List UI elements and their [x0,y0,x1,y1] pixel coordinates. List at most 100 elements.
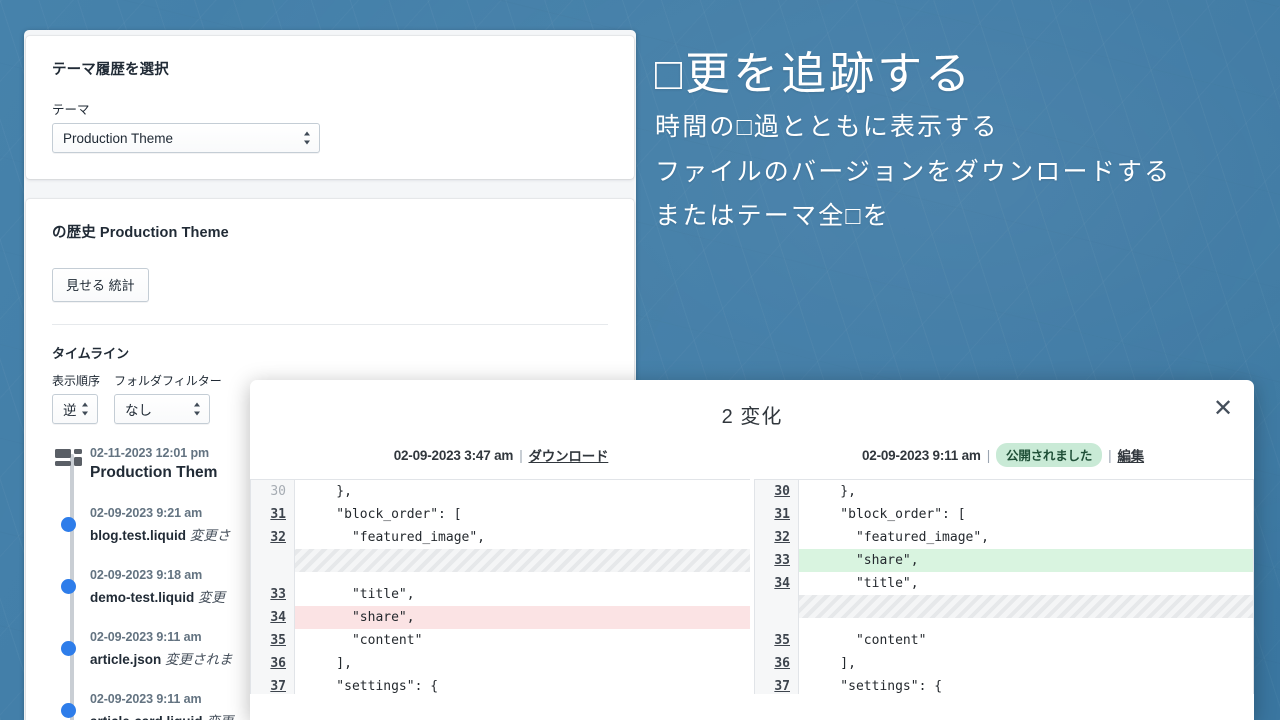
diff-line-number [251,549,295,572]
diff-body: 30 }, 31 "block_order": [32 "featured_ima… [250,479,1254,694]
timeline-item-note: 変更 [194,590,226,605]
theme-select-card-title: テーマ履歴を選択 [52,62,169,78]
diff-line-number: 35 [251,629,295,652]
diff-line-number: 32 [251,526,295,549]
timeline-item-note: 変更さ [186,528,231,543]
theme-field-label: テーマ [52,103,90,117]
diff-line: 31 "block_order": [ [251,503,750,526]
diff-line-number: 33 [755,549,799,572]
diff-line: 31 "block_order": [ [755,503,1253,526]
right-version-timestamp: 02-09-2023 9:11 am [861,447,981,463]
diff-line [251,572,750,583]
timeline-section-title: タイムライン [52,346,130,361]
diff-line: 35 "content" [251,629,750,652]
chevron-updown-icon [82,402,89,416]
diff-line-code: "content" [809,633,927,648]
folder-filter-group: フォルダフィルター なし [114,372,222,424]
diff-line [251,549,750,572]
timeline-dot-icon [61,641,76,656]
diff-line-code: "settings": { [305,679,439,694]
diff-pane-right[interactable]: 30 }, 31 "block_order": [32 "featured_ima… [754,479,1254,694]
diff-line-code: }, [305,484,352,499]
diff-line-code: "title", [809,576,919,591]
diff-line [755,618,1253,629]
promo-line-1: 時間の□過とともに表示する [655,112,999,141]
promo-title: □更を追跡する [655,48,974,99]
diff-line: 34 "share", [251,606,750,629]
chevron-updown-icon [194,402,201,416]
diff-line: 37 "settings": { [251,675,750,694]
diff-line-code [799,618,1253,629]
diff-line: 33 "title", [251,583,750,606]
diff-line: 34 "title", [755,572,1253,595]
timeline-dot-icon [61,579,76,594]
timeline-dot-icon [61,703,76,718]
timeline-item-note: 変更されま [161,652,233,667]
diff-line-code: "share", [295,606,750,629]
timeline-dot-icon [61,517,76,532]
diff-line: 33 "share", [755,549,1253,572]
diff-pane-left[interactable]: 30 }, 31 "block_order": [32 "featured_ima… [250,479,750,694]
diff-line-code [799,595,1253,618]
section-divider [52,324,608,325]
diff-line-number: 35 [755,629,799,652]
theme-select-card: テーマ履歴を選択 テーマ Production Theme [26,36,634,179]
diff-line-number: 30 [251,480,295,503]
order-filter-value: 逆 [63,403,77,418]
diff-line-code: "block_order": [ [809,507,966,522]
folder-filter-label: フォルダフィルター [114,374,222,388]
folder-filter-value: なし [125,403,153,418]
diff-line-code: "content" [305,633,423,648]
diff-line: 30 }, [755,480,1253,503]
diff-line-number: 33 [251,583,295,606]
diff-line: 37 "settings": { [755,675,1253,694]
diff-line: 32 "featured_image", [755,526,1253,549]
promo-line-3: またはテーマ全□を [655,202,890,231]
version-header-bar: 02-09-2023 3:47 am | ダウンロード 02-09-2023 9… [250,443,1254,467]
diff-line-number: 30 [755,480,799,503]
diff-line-code: "featured_image", [305,530,486,545]
diff-line: 36 ], [755,652,1253,675]
diff-line-code: ], [305,656,352,671]
diff-modal: 2 変化 ✕ 02-09-2023 3:47 am | ダウンロード 02-09… [250,380,1254,720]
folder-filter-select[interactable]: なし [114,394,211,424]
diff-line: 36 ], [251,652,750,675]
diff-line-number: 34 [251,606,295,629]
diff-line-code: "share", [799,549,1253,572]
diff-line-number: 31 [251,503,295,526]
right-version-header: 02-09-2023 9:11 am | 公開されました | 編集 [752,443,1254,467]
theme-select-input[interactable]: Production Theme [52,123,320,153]
download-link[interactable]: ダウンロード [529,445,609,465]
diff-line: 30 }, [251,480,750,503]
chevron-updown-icon [304,131,311,145]
diff-line-number: 34 [755,572,799,595]
theme-select-value: Production Theme [63,130,174,146]
diff-line-number: 37 [755,675,799,694]
diff-line-number: 32 [755,526,799,549]
diff-line-number: 37 [251,675,295,694]
left-version-separator: | [519,447,523,463]
diff-line: 32 "featured_image", [251,526,750,549]
order-filter-label: 表示順序 [52,374,101,388]
order-filter-select[interactable]: 逆 [52,394,98,424]
diff-line-number [755,595,799,618]
diff-line [755,595,1253,618]
diff-line-number: 36 [251,652,295,675]
diff-line-code: ], [809,656,856,671]
show-statistics-button[interactable]: 見せる 統計 [52,268,149,302]
diff-line-code [295,572,750,583]
diff-line-code: "settings": { [809,679,943,694]
left-version-timestamp: 02-09-2023 3:47 am [393,447,514,463]
promo-line-2: ファイルのバージョンをダウンロードする [655,157,1172,186]
diff-line: 35 "content" [755,629,1253,652]
diff-modal-title: 2 変化 [721,406,783,428]
edit-link[interactable]: 編集 [1117,445,1144,465]
order-filter-group: 表示順序 逆 [52,372,100,424]
left-version-header: 02-09-2023 3:47 am | ダウンロード [250,443,752,467]
status-badge: 公開されました [996,443,1103,467]
promo-panel: □更を追跡する 時間の□過とともに表示する ファイルのバージョンをダウンロードす… [655,46,1275,236]
close-icon[interactable]: ✕ [1210,397,1236,423]
diff-line-number [755,618,799,629]
timeline-item-note: 変更 [203,714,233,720]
diff-line-number: 36 [755,652,799,675]
